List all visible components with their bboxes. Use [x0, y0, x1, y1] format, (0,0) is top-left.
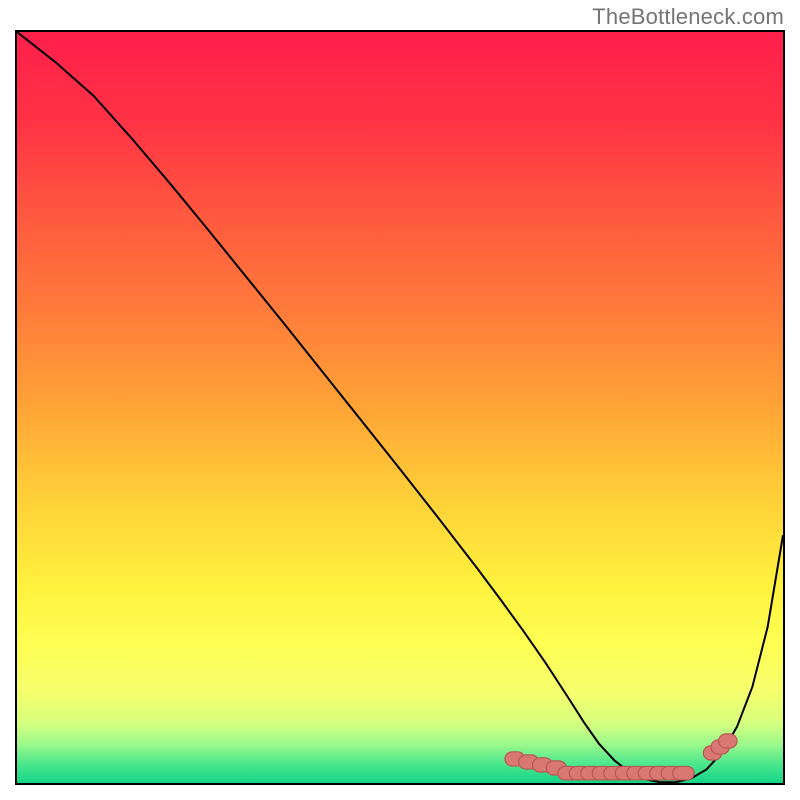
marker-cluster-b	[558, 766, 694, 780]
data-marker	[673, 766, 694, 780]
watermark-label: TheBottleneck.com	[592, 4, 784, 30]
plot-svg	[17, 32, 783, 783]
data-marker	[719, 734, 737, 748]
gradient-background	[17, 32, 783, 783]
plot-area	[15, 30, 785, 785]
chart-stage: TheBottleneck.com	[0, 0, 800, 800]
